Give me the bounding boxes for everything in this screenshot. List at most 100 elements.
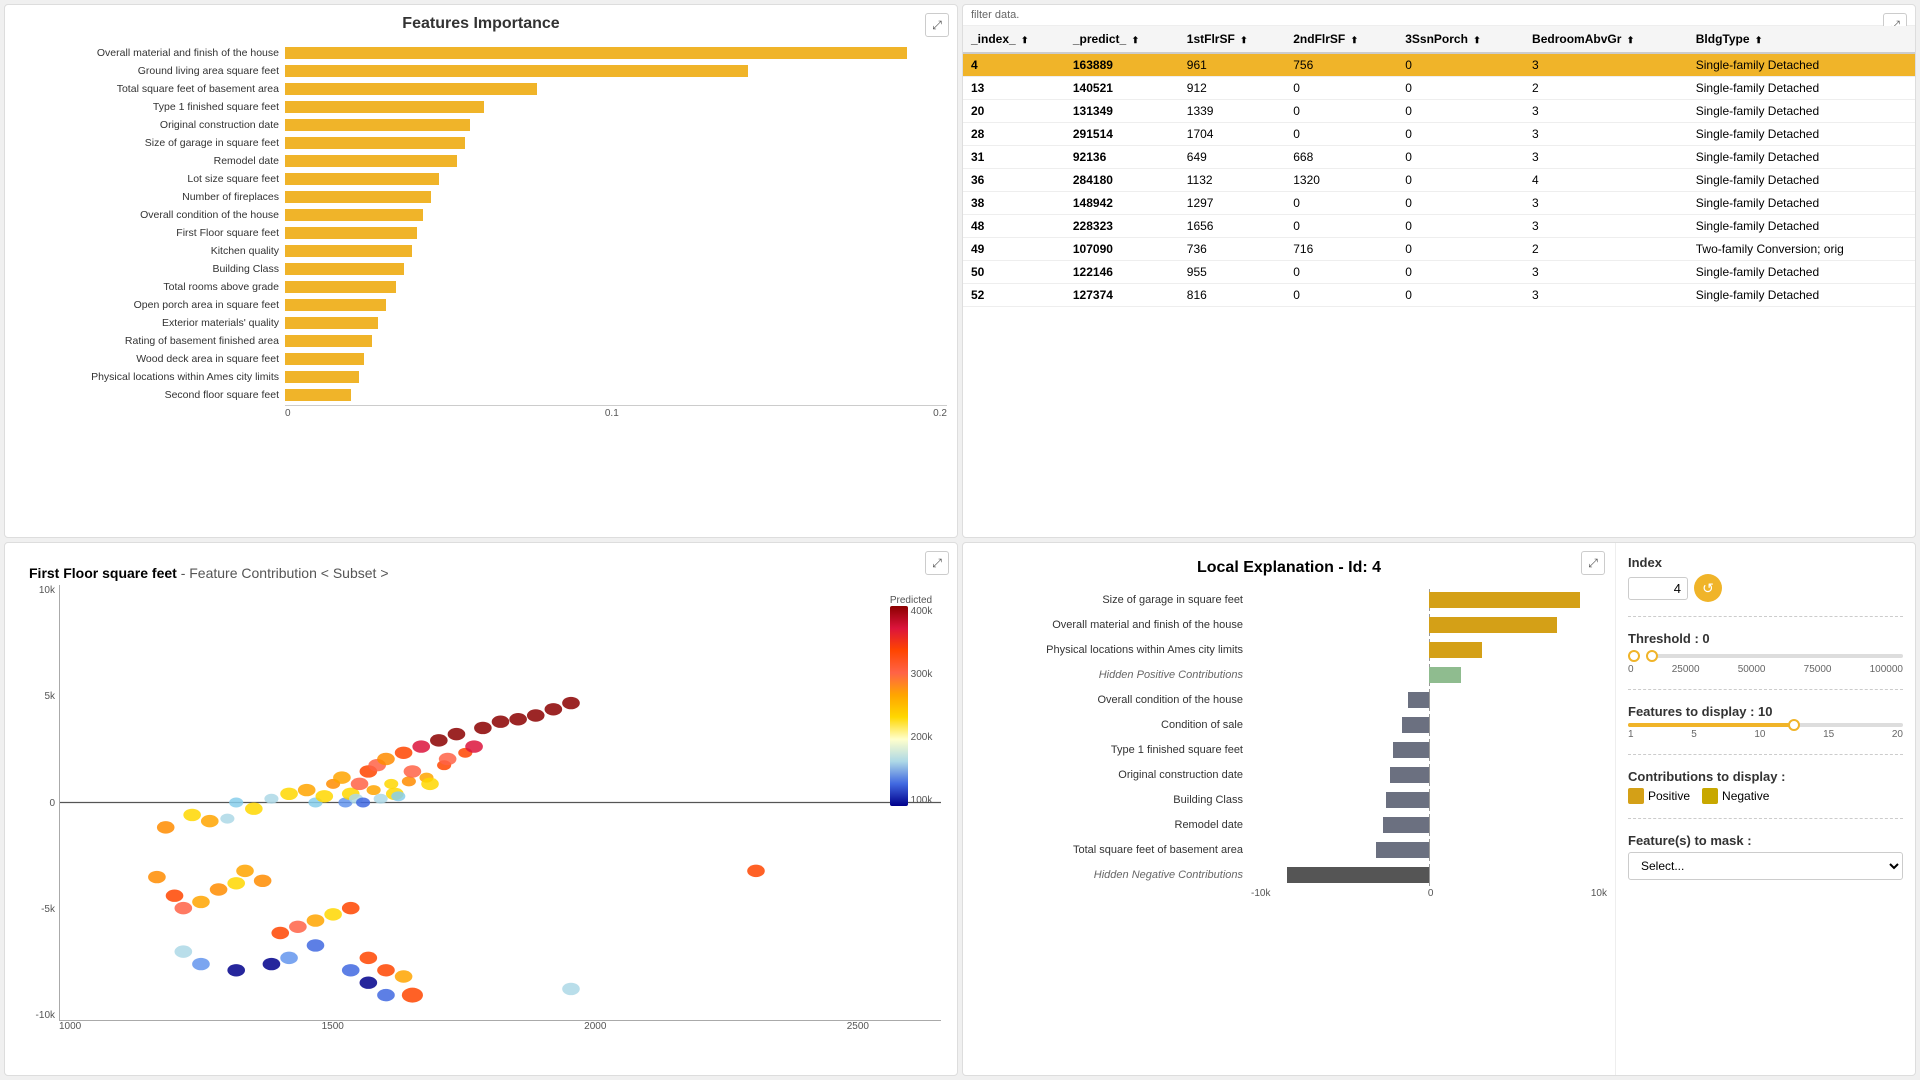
threshold-slider-track[interactable] xyxy=(1646,654,1903,658)
features-tick-10: 10 xyxy=(1754,729,1765,740)
table-cell: 1339 xyxy=(1179,100,1285,123)
table-cell: 92136 xyxy=(1065,146,1179,169)
features-slider-track[interactable] xyxy=(1628,723,1903,727)
le-label: Total square feet of basement area xyxy=(971,844,1251,856)
table-row[interactable]: 201313491339003Single-family Detached xyxy=(963,100,1915,123)
table-row[interactable]: 482283231656003Single-family Detached xyxy=(963,215,1915,238)
le-bar xyxy=(1408,692,1429,708)
table-row[interactable]: 362841801132132004Single-family Detached xyxy=(963,169,1915,192)
fi-bar xyxy=(285,317,378,329)
fi-bar-container xyxy=(285,335,947,347)
fi-row: Original construction date xyxy=(15,117,947,133)
divider-3 xyxy=(1628,754,1903,755)
table-cell: 0 xyxy=(1397,238,1524,261)
index-input[interactable] xyxy=(1628,577,1688,600)
table-row[interactable]: 319213664966803Single-family Detached xyxy=(963,146,1915,169)
features-display-label: Features to display : 10 xyxy=(1628,704,1903,719)
fi-row: First Floor square feet xyxy=(15,225,947,241)
fi-bar xyxy=(285,335,372,347)
col-bedroomabvgr[interactable]: BedroomAbvGr ⬆ xyxy=(1524,26,1688,53)
mask-select[interactable]: Select... xyxy=(1628,852,1903,880)
fi-bar-container xyxy=(285,191,947,203)
table-row[interactable]: 416388996175603Single-family Detached xyxy=(963,53,1915,77)
table-row[interactable]: 4910709073671602Two-family Conversion; o… xyxy=(963,238,1915,261)
col-2ndflrsf[interactable]: 2ndFlrSF ⬆ xyxy=(1285,26,1397,53)
table-cell: 756 xyxy=(1285,53,1397,77)
scatter-expand-btn[interactable]: ⤢ xyxy=(925,551,949,575)
threshold-radio[interactable] xyxy=(1628,650,1640,662)
fi-bar-container xyxy=(285,299,947,311)
threshold-tick-25k: 25000 xyxy=(1672,664,1700,675)
table-cell: 122146 xyxy=(1065,261,1179,284)
le-row: Building Class xyxy=(971,789,1607,811)
threshold-label: Threshold : 0 xyxy=(1628,631,1903,646)
col-1stflrsf[interactable]: 1stFlrSF ⬆ xyxy=(1179,26,1285,53)
threshold-slider-labels: 0 25000 50000 75000 100000 xyxy=(1628,664,1903,675)
table-cell: 50 xyxy=(963,261,1065,284)
contrib-legend: Positive Negative xyxy=(1628,788,1903,804)
col-3ssnporch[interactable]: 3SsnPorch ⬆ xyxy=(1397,26,1524,53)
table-cell: 0 xyxy=(1285,284,1397,307)
fi-label: Number of fireplaces xyxy=(15,191,285,203)
table-row[interactable]: 282915141704003Single-family Detached xyxy=(963,123,1915,146)
table-cell: 38 xyxy=(963,192,1065,215)
table-row[interactable]: 13140521912002Single-family Detached xyxy=(963,77,1915,100)
table-cell: 3 xyxy=(1524,100,1688,123)
features-slider-thumb[interactable] xyxy=(1788,719,1800,731)
local-exp-expand-btn[interactable]: ⤢ xyxy=(1581,551,1605,575)
le-row: Remodel date xyxy=(971,814,1607,836)
table-cell: 0 xyxy=(1285,261,1397,284)
fi-bar xyxy=(285,65,748,77)
scatter-color-legend: Predicted 400k 300k 200k 100k xyxy=(881,595,941,806)
le-zero-line xyxy=(1429,864,1430,886)
sort-icon-predict: ⬆ xyxy=(1132,35,1140,45)
table-row[interactable]: 50122146955003Single-family Detached xyxy=(963,261,1915,284)
features-slider-fill xyxy=(1628,723,1793,727)
table-cell: 13 xyxy=(963,77,1065,100)
le-bar xyxy=(1390,767,1429,783)
fi-label: Wood deck area in square feet xyxy=(15,353,285,365)
fi-bar xyxy=(285,137,465,149)
table-cell: 148942 xyxy=(1065,192,1179,215)
table-cell: 0 xyxy=(1397,284,1524,307)
fi-row: Overall material and finish of the house xyxy=(15,45,947,61)
fi-bar-container xyxy=(285,317,947,329)
divider-2 xyxy=(1628,689,1903,690)
data-table-wrapper[interactable]: _index_ ⬆ _predict_ ⬆ 1stFlrSF ⬆ 2ndFlrS… xyxy=(963,26,1915,537)
col-index[interactable]: _index_ ⬆ xyxy=(963,26,1065,53)
fi-bar xyxy=(285,83,537,95)
sort-icon-3ssnporch: ⬆ xyxy=(1473,35,1481,45)
fi-label: Type 1 finished square feet xyxy=(15,101,285,113)
table-row[interactable]: 381489421297003Single-family Detached xyxy=(963,192,1915,215)
fi-axis-label: 0.1 xyxy=(605,408,619,419)
table-row[interactable]: 52127374816003Single-family Detached xyxy=(963,284,1915,307)
le-bar xyxy=(1402,717,1429,733)
legend-200k: 200k xyxy=(911,732,933,743)
le-row: Hidden Positive Contributions xyxy=(971,664,1607,686)
index-submit-btn[interactable]: ↺ xyxy=(1694,574,1722,602)
le-bar-area xyxy=(1251,689,1607,711)
le-row: Hidden Negative Contributions xyxy=(971,864,1607,886)
col-bldgtype[interactable]: BldgType ⬆ xyxy=(1688,26,1915,53)
fi-label: Ground living area square feet xyxy=(15,65,285,77)
fi-row: Exterior materials' quality xyxy=(15,315,947,331)
scatter-title: First Floor square feet - Feature Contri… xyxy=(21,559,941,585)
local-explanation-rows: Size of garage in square feetOverall mat… xyxy=(971,589,1607,886)
threshold-tick-50k: 50000 xyxy=(1738,664,1766,675)
table-cell: Single-family Detached xyxy=(1688,146,1915,169)
table-cell: 3 xyxy=(1524,53,1688,77)
threshold-slider-thumb[interactable] xyxy=(1646,650,1658,662)
fi-bar-container xyxy=(285,227,947,239)
divider-4 xyxy=(1628,818,1903,819)
local-explanation-chart: ⤢ Local Explanation - Id: 4 Size of gara… xyxy=(963,543,1615,1075)
le-label: Overall material and finish of the house xyxy=(971,619,1251,631)
le-zero-line xyxy=(1429,814,1430,836)
le-row: Original construction date xyxy=(971,764,1607,786)
le-bar xyxy=(1393,742,1429,758)
features-importance-expand-btn[interactable]: ⤢ xyxy=(925,13,949,37)
col-predict[interactable]: _predict_ ⬆ xyxy=(1065,26,1179,53)
fi-row: Kitchen quality xyxy=(15,243,947,259)
le-bar-area xyxy=(1251,814,1607,836)
table-cell: 0 xyxy=(1285,192,1397,215)
table-cell: 2 xyxy=(1524,77,1688,100)
